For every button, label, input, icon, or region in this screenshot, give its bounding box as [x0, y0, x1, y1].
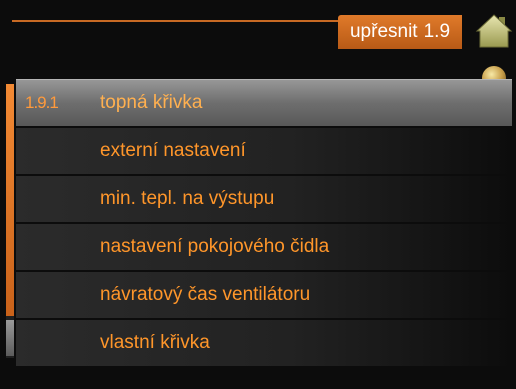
menu-item-label: vlastní křivka [100, 332, 210, 353]
page-title-text: upřesnit [349, 21, 418, 42]
settings-menu: 1.9.1 topná křivka externí nastavení min… [16, 79, 512, 368]
home-icon[interactable] [474, 11, 514, 51]
menu-item-room-sensor-settings[interactable]: nastavení pokojového čidla [16, 224, 512, 270]
menu-item-heating-curve[interactable]: 1.9.1 topná křivka [16, 79, 512, 126]
scrollbar-thumb[interactable] [6, 320, 14, 356]
menu-item-label: min. tepl. na výstupu [100, 188, 275, 209]
menu-item-code: 1.9.1 [25, 93, 59, 112]
menu-item-label: externí nastavení [100, 140, 246, 161]
menu-item-label: topná křivka [100, 92, 203, 113]
header-line [12, 20, 338, 22]
menu-item-fan-return-time[interactable]: návratový čas ventilátoru [16, 272, 512, 318]
menu-number: 1.9 [423, 21, 451, 42]
scrollbar-progress [6, 84, 14, 316]
menu-item-min-supply-temp[interactable]: min. tepl. na výstupu [16, 176, 512, 222]
menu-item-own-curve[interactable]: vlastní křivka [16, 320, 512, 366]
menu-item-label: nastavení pokojového čidla [100, 236, 330, 257]
menu-item-label: návratový čas ventilátoru [100, 284, 311, 305]
page-title: upřesnit 1.9 [338, 15, 462, 49]
menu-item-external-adjustment[interactable]: externí nastavení [16, 128, 512, 174]
